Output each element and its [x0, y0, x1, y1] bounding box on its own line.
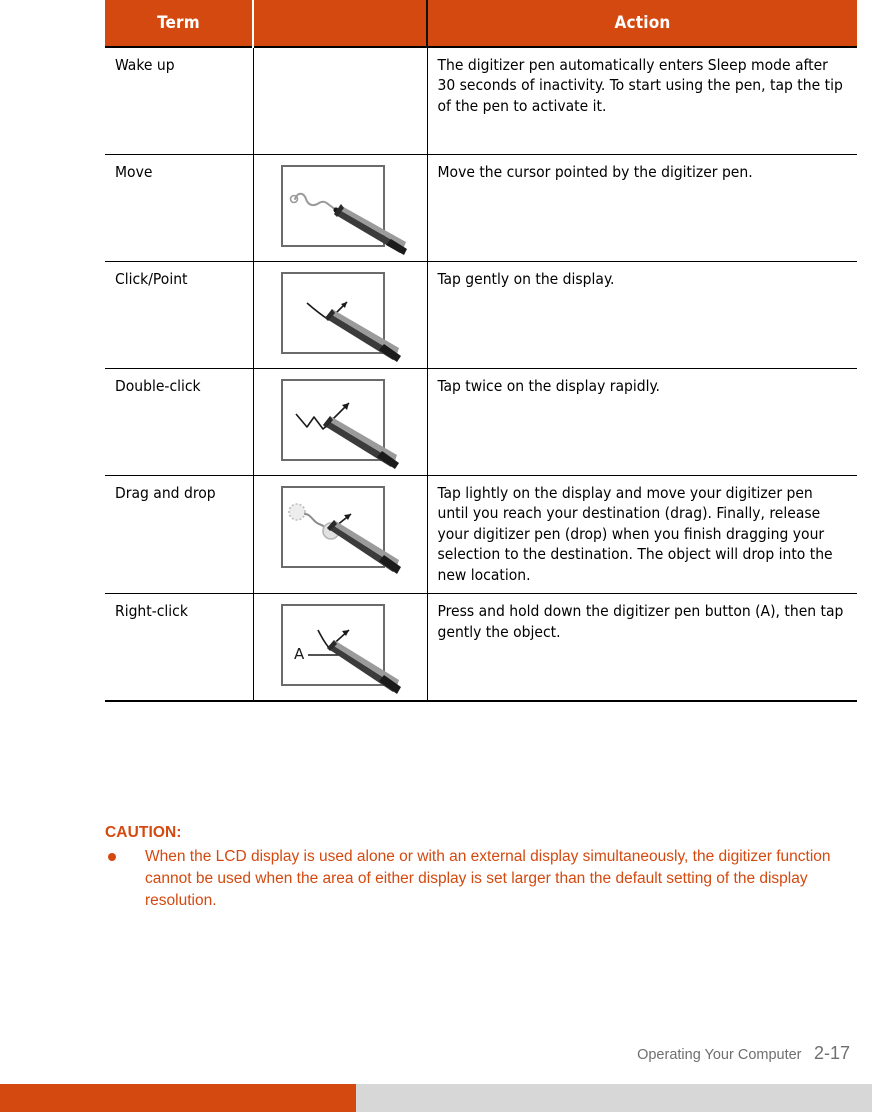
action-text: Press and hold down the digitizer pen bu…: [437, 602, 844, 641]
digitizer-pen-double-click-illustration: [265, 377, 415, 469]
cell-term: Move: [105, 154, 254, 262]
cell-action: Tap lightly on the display and move your…: [427, 474, 857, 595]
cell-illustration: A: [253, 593, 428, 703]
page-footer: Operating Your Computer 2-17: [637, 1043, 850, 1064]
column-header-term: Term: [105, 0, 254, 47]
cell-illustration: [253, 261, 428, 369]
table-header-row: Term Action: [105, 0, 857, 47]
caution-title: CAUTION:: [105, 824, 182, 841]
footer-chapter-title: Operating Your Computer: [637, 1047, 802, 1063]
document-page: Term Action Wake up The digitizer pen au…: [0, 0, 872, 1112]
term-label: Drag and drop: [115, 484, 216, 502]
no-illustration: [265, 56, 415, 148]
bottom-bar-orange-segment: [0, 1084, 356, 1112]
action-text: Move the cursor pointed by the digitizer…: [437, 163, 753, 181]
action-text: Tap lightly on the display and move your…: [437, 484, 833, 584]
term-label: Click/Point: [115, 270, 188, 288]
figure-label-a: A: [294, 645, 305, 663]
cell-term: Right-click: [105, 593, 254, 703]
cell-term: Click/Point: [105, 261, 254, 369]
caution-list: When the LCD display is used alone or wi…: [105, 846, 850, 912]
digitizer-gesture-table: Term Action Wake up The digitizer pen au…: [105, 0, 857, 703]
caution-list-item: When the LCD display is used alone or wi…: [105, 846, 850, 912]
caution-item-text: When the LCD display is used alone or wi…: [145, 848, 831, 909]
footer-page-number: 2-17: [813, 1043, 850, 1063]
caution-block: CAUTION: When the LCD display is used al…: [105, 824, 850, 912]
table-row: Move Move the cursor pointed by the digi…: [105, 154, 857, 262]
cell-illustration: [253, 154, 428, 262]
cell-illustration: [253, 368, 428, 476]
cell-illustration: [253, 46, 428, 155]
action-text: Tap gently on the display.: [437, 270, 615, 288]
bottom-decorative-bar: [0, 1084, 872, 1112]
bottom-bar-grey-segment: [356, 1084, 872, 1112]
cell-illustration: [253, 474, 428, 595]
cell-term: Drag and drop: [105, 474, 254, 595]
cell-action: Tap gently on the display.: [427, 261, 857, 369]
action-text: The digitizer pen automatically enters S…: [437, 56, 843, 115]
table-header: Term Action: [105, 0, 857, 47]
table-row: Click/Point Tap gently on the display.: [105, 261, 857, 369]
term-label: Wake up: [115, 56, 175, 74]
table-row: Drag and drop Tap lightly on the display…: [105, 474, 857, 595]
table-body: Wake up The digitizer pen automatically …: [105, 46, 857, 703]
cell-term: Double-click: [105, 368, 254, 476]
term-label: Double-click: [115, 377, 201, 395]
digitizer-pen-move-illustration: [265, 163, 415, 255]
term-label: Right-click: [115, 602, 188, 621]
column-header-action: Action: [427, 0, 857, 47]
action-text: Tap twice on the display rapidly.: [437, 377, 660, 395]
cell-term: Wake up: [105, 46, 254, 155]
bullet-icon: [108, 853, 116, 861]
digitizer-pen-click-illustration: [265, 270, 415, 362]
column-header-illustration: [253, 0, 428, 47]
term-label: Move: [115, 163, 153, 181]
table-row: Double-click Tap twice on the display ra…: [105, 368, 857, 476]
table-row: Right-click A Press and hold down the di…: [105, 593, 857, 703]
digitizer-pen-right-click-illustration: A: [265, 602, 415, 695]
cell-action: Move the cursor pointed by the digitizer…: [427, 154, 857, 262]
cell-action: Press and hold down the digitizer pen bu…: [427, 593, 857, 703]
table-row: Wake up The digitizer pen automatically …: [105, 46, 857, 155]
digitizer-pen-drag-drop-illustration: [265, 484, 415, 576]
cell-action: The digitizer pen automatically enters S…: [427, 46, 857, 155]
cell-action: Tap twice on the display rapidly.: [427, 368, 857, 476]
